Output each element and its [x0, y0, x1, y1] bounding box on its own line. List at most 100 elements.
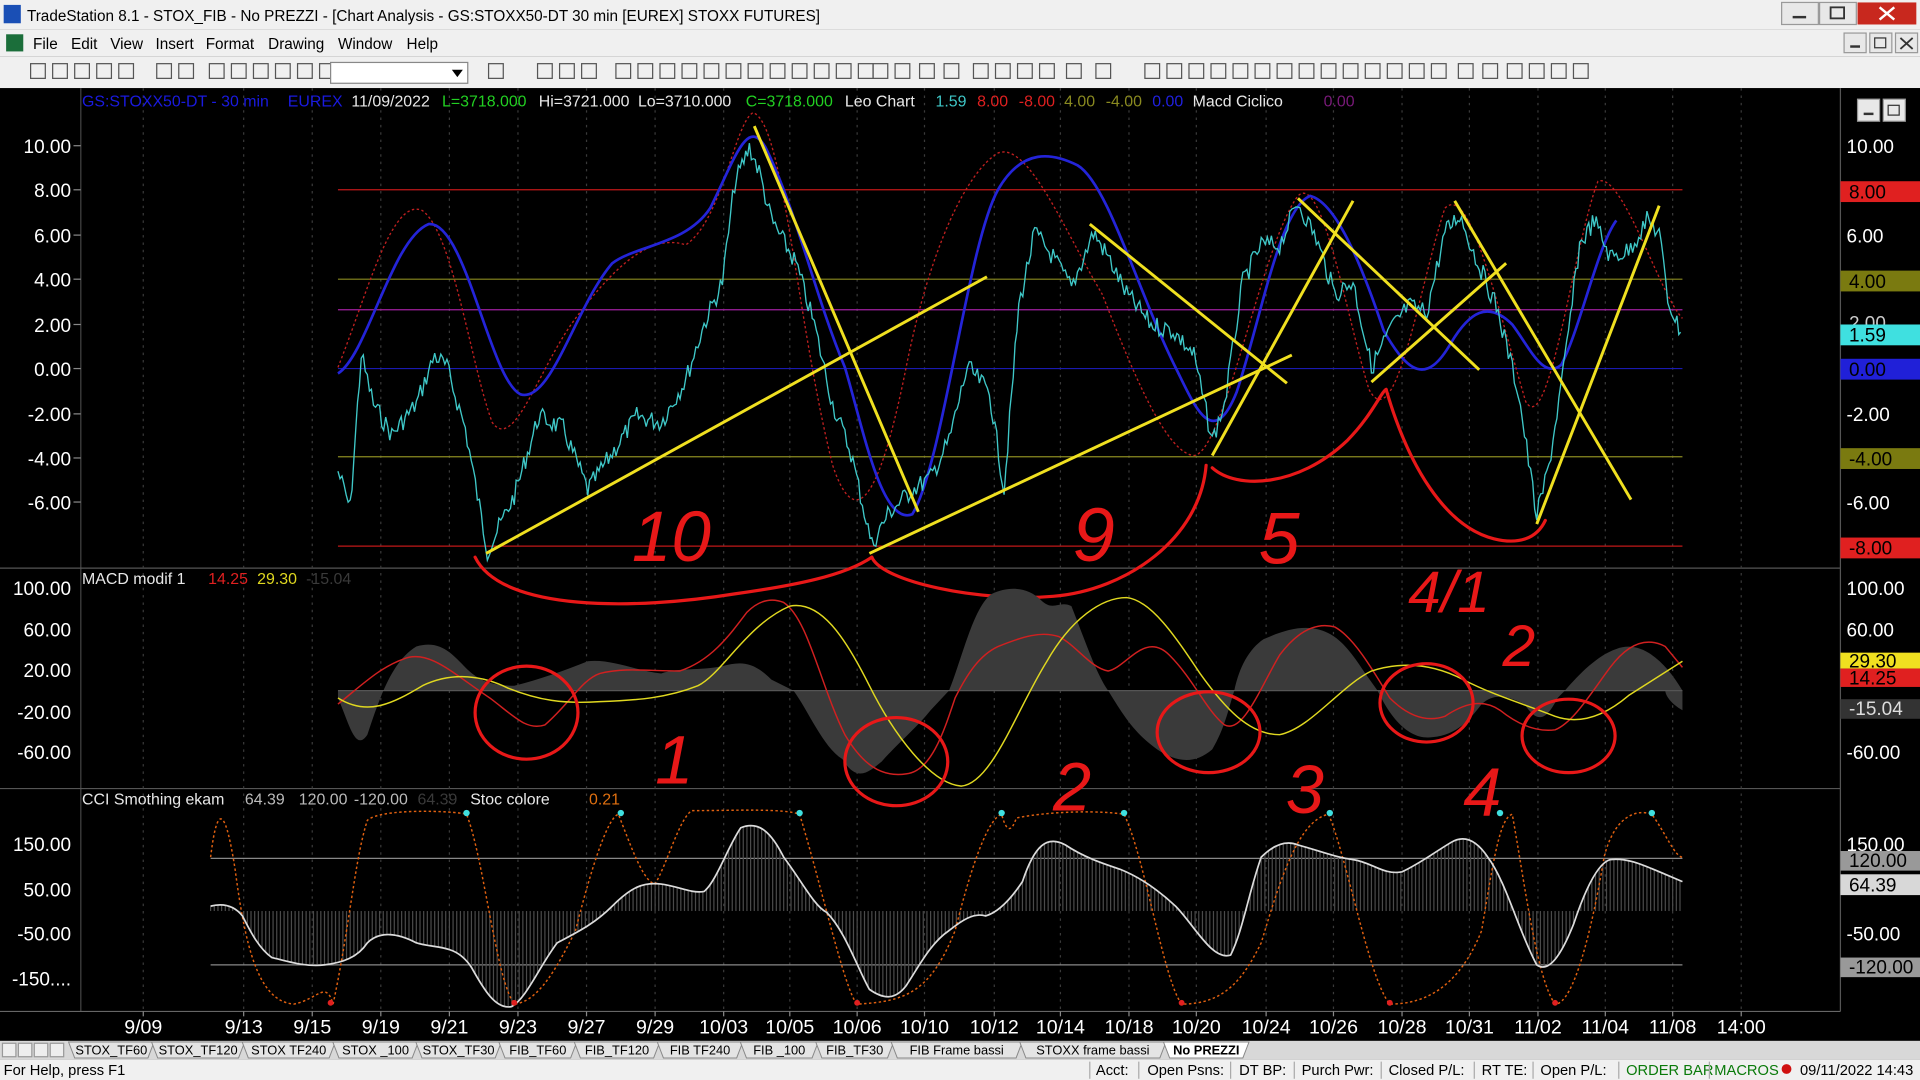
sheet-tab[interactable]: No PREZZI — [1162, 1041, 1250, 1059]
maximize-button[interactable] — [1818, 1, 1857, 26]
sheet-tab[interactable]: STOX_TF60 — [67, 1041, 155, 1059]
time-axis-label: 10/31 — [1445, 1016, 1494, 1038]
menu-file[interactable]: File — [33, 36, 58, 53]
macd-value-2: 29.30 — [257, 571, 297, 588]
sheet-tab[interactable]: FIB Frame bassi — [890, 1041, 1023, 1059]
symbol-combo[interactable] — [330, 61, 469, 84]
menu-help[interactable]: Help — [407, 36, 438, 53]
status-purch-pwr: Purch Pwr: — [1302, 1063, 1374, 1079]
sheet-tab[interactable]: FIB_TF60 — [498, 1041, 578, 1059]
time-axis-label: 10/05 — [765, 1016, 814, 1038]
sheet-tab[interactable]: FIB_TF120 — [573, 1041, 661, 1059]
cci-value-1: 64.39 — [245, 791, 285, 808]
time-axis-label: 10/10 — [900, 1016, 949, 1038]
tick-label: -6.00 — [28, 493, 71, 514]
chart-restore-button[interactable] — [1882, 98, 1906, 122]
indicator-name: Leo Chart — [845, 94, 915, 111]
badge-4: 4.00 — [1849, 272, 1886, 293]
tick-label: -20.00 — [17, 703, 71, 724]
last-label: L=3718.000 — [442, 94, 527, 111]
sheet-tab[interactable]: FIB_TF30 — [815, 1041, 895, 1059]
screen: TradeStation 8.1 - STOX_FIB - No PREZZI … — [0, 0, 1920, 1080]
tick-label: 6.00 — [1847, 226, 1884, 247]
badge-m15-04: -15.04 — [1849, 699, 1903, 720]
tab-first-button[interactable] — [1, 1042, 17, 1058]
minimize-button[interactable] — [1781, 1, 1819, 26]
time-axis-label: 14:00 — [1717, 1016, 1766, 1038]
tick-label: 60.00 — [24, 621, 71, 642]
status-closed-pl: Closed P/L: — [1389, 1063, 1465, 1079]
tick-label: -50.00 — [17, 924, 71, 945]
chart-minimize-button[interactable] — [1856, 98, 1881, 122]
sheet-tab[interactable]: STOX_TF30 — [415, 1041, 503, 1059]
mdi-restore-button[interactable] — [1869, 32, 1893, 54]
tick-label: -6.00 — [1847, 493, 1890, 514]
mdi-close-button[interactable] — [1894, 32, 1919, 54]
status-rt-te: RT TE: — [1482, 1063, 1528, 1079]
menu-format[interactable]: Format — [206, 36, 255, 53]
cci-name: CCI Smothing ekam — [82, 791, 224, 808]
tab-prev-button[interactable] — [17, 1042, 33, 1058]
toolbar — [0, 56, 1920, 89]
badge-8: 8.00 — [1849, 182, 1886, 203]
sheet-tab[interactable]: FIB TF240 — [656, 1041, 744, 1059]
mdi-minimize-button[interactable] — [1843, 32, 1867, 54]
time-axis-label: 9/29 — [636, 1016, 674, 1038]
menu-edit[interactable]: Edit — [71, 36, 98, 53]
status-dt-bp: DT BP: — [1239, 1063, 1286, 1079]
close-button[interactable] — [1857, 2, 1917, 25]
date-label: 11/09/2022 — [351, 94, 430, 111]
time-axis-label: 10/20 — [1172, 1016, 1221, 1038]
menu-drawing[interactable]: Drawing — [268, 36, 324, 53]
indicator-value-1: 1.59 — [936, 94, 967, 111]
badge-m8: -8.00 — [1849, 539, 1892, 560]
time-axis-label: 11/02 — [1514, 1016, 1562, 1038]
indicator-value-6: 0.00 — [1152, 94, 1183, 111]
macd-value-1: 14.25 — [208, 571, 248, 588]
status-order-bar[interactable]: ORDER BAR — [1626, 1063, 1713, 1079]
tick-label: 10.00 — [1847, 137, 1894, 158]
sheet-tab[interactable]: FIB _100 — [739, 1041, 819, 1059]
sheet-tab-label: No PREZZI — [1173, 1042, 1239, 1057]
annotation-9: 9 — [1073, 493, 1115, 578]
tick-label: -4.00 — [28, 449, 71, 470]
sheet-tab[interactable]: STOX _100 — [332, 1041, 419, 1059]
badge-0: 0.00 — [1849, 360, 1886, 381]
tick-label: 20.00 — [24, 661, 71, 682]
tick-label: -60.00 — [1847, 743, 1901, 764]
badge-m120: -120.00 — [1849, 957, 1913, 978]
status-open-pl: Open P/L: — [1540, 1063, 1606, 1079]
tick-label: 50.00 — [24, 880, 71, 901]
indicator-value-2: 8.00 — [977, 94, 1008, 111]
annotation-4: 4 — [1463, 754, 1501, 831]
annotation-2: 2 — [1052, 749, 1091, 826]
symbol-label: GS:STOXX50-DT - 30 min — [82, 94, 269, 111]
macd-pane-header: MACD modif 1 14.25 29.30 -15.04 — [82, 571, 351, 588]
low-label: Lo=3710.000 — [638, 94, 731, 111]
badge-m4: -4.00 — [1849, 449, 1892, 470]
close-label: C=3718.000 — [746, 94, 833, 111]
status-macros[interactable]: MACROS — [1714, 1063, 1779, 1079]
macd-name: MACD modif 1 — [82, 571, 186, 588]
menu-window[interactable]: Window — [338, 36, 393, 53]
tab-last-button[interactable] — [49, 1042, 65, 1058]
indicator-value-3: -8.00 — [1019, 94, 1055, 111]
time-axis-label: 10/14 — [1036, 1016, 1085, 1038]
menu-insert[interactable]: Insert — [156, 36, 195, 53]
annotation-5: 5 — [1259, 496, 1301, 579]
sheet-tab-label: FIB_TF60 — [509, 1042, 566, 1057]
sheet-tab[interactable]: STOX TF240 — [241, 1041, 336, 1059]
sheet-tab[interactable]: STOXX frame bassi — [1019, 1041, 1167, 1059]
tick-label: -2.00 — [1847, 405, 1890, 426]
tab-next-button[interactable] — [33, 1042, 49, 1058]
time-axis-label: 10/12 — [970, 1016, 1019, 1038]
tick-label: 8.00 — [34, 181, 71, 202]
sheet-tab[interactable]: STOX_TF120 — [150, 1041, 246, 1059]
menu-view[interactable]: View — [110, 36, 144, 53]
time-axis-label: 9/23 — [499, 1016, 537, 1038]
time-axis-label: 9/19 — [362, 1016, 400, 1038]
indicator2-value: 0.00 — [1324, 94, 1355, 111]
tick-label: 100.00 — [1847, 579, 1905, 600]
indicator-value-4: 4.00 — [1064, 94, 1095, 111]
tick-label: 4.00 — [34, 271, 71, 292]
